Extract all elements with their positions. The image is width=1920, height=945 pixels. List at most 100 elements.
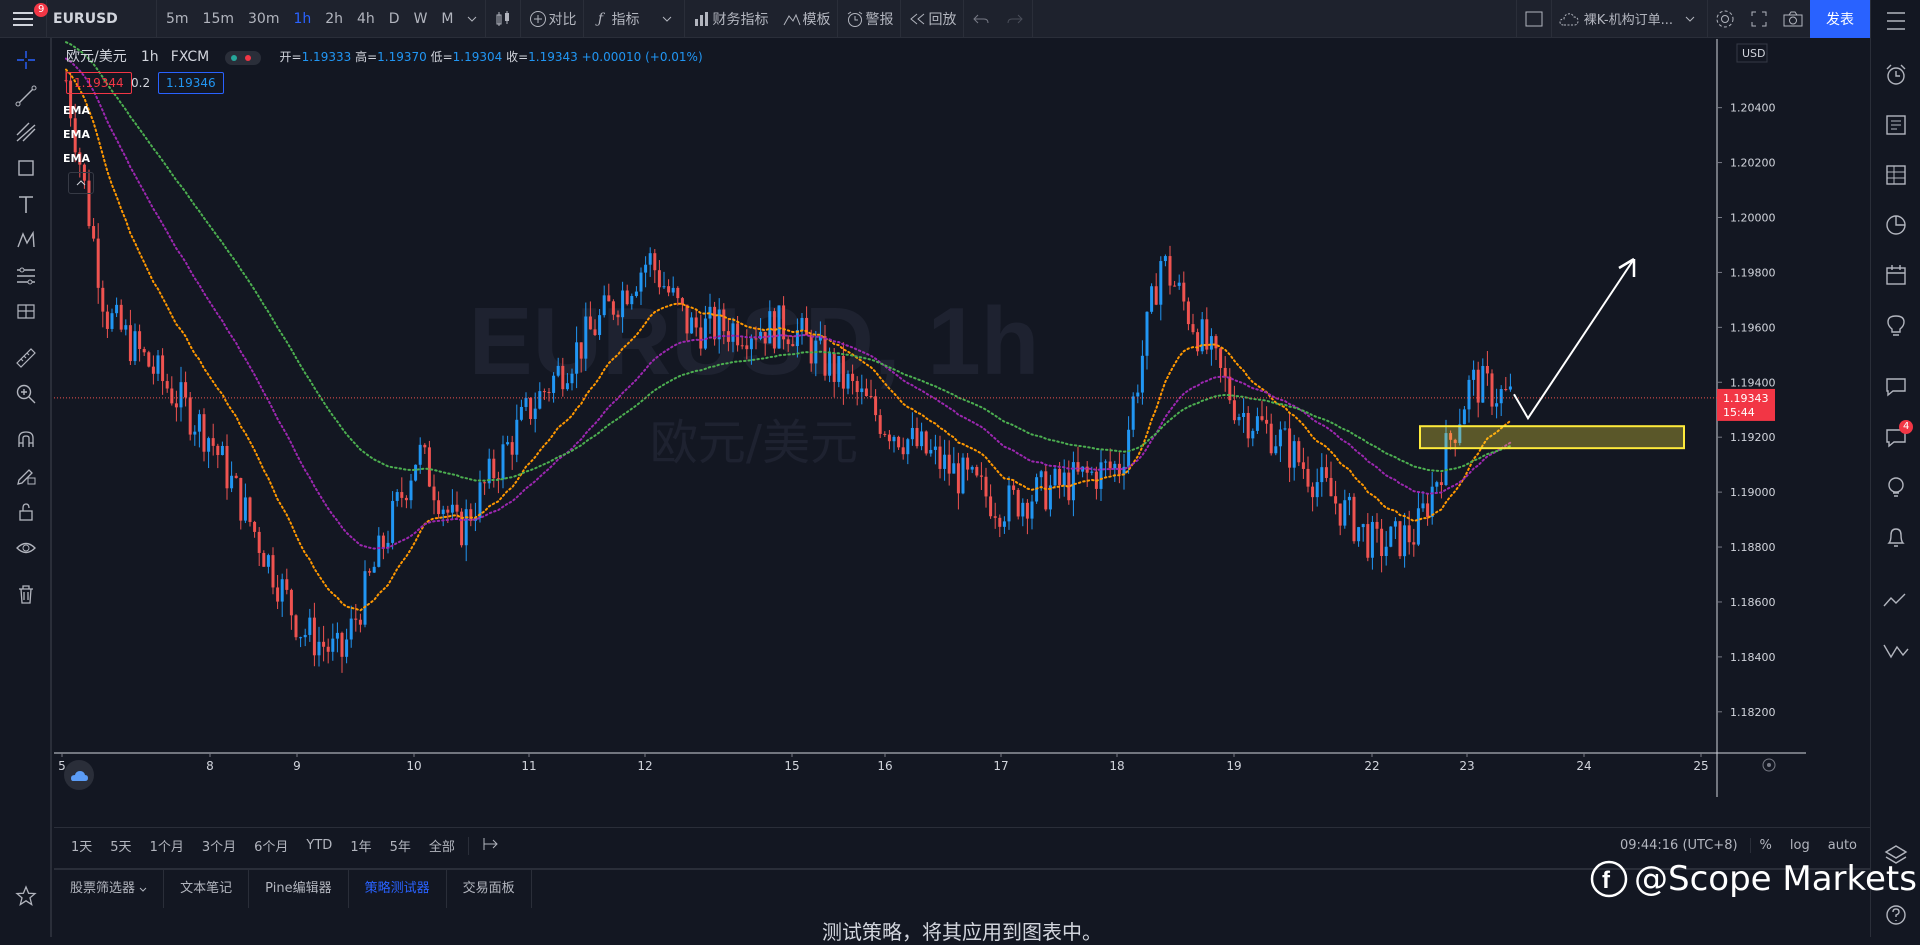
tf-5m[interactable]: 5m bbox=[159, 11, 196, 27]
lock-tool[interactable] bbox=[12, 498, 40, 526]
redo-button[interactable] bbox=[998, 0, 1033, 38]
prediction-tool[interactable] bbox=[12, 262, 40, 290]
chats-button[interactable] bbox=[1881, 372, 1911, 402]
range-1m[interactable]: 1个月 bbox=[141, 836, 193, 855]
tab-text-notes[interactable]: 文本笔记 bbox=[164, 870, 250, 908]
calendar-button[interactable] bbox=[1881, 260, 1911, 290]
tf-15m[interactable]: 15m bbox=[196, 11, 241, 27]
help-hub-button[interactable] bbox=[1881, 472, 1911, 502]
fib-tool[interactable] bbox=[12, 118, 40, 146]
chart-type-button[interactable] bbox=[484, 0, 520, 38]
market-status-toggle[interactable] bbox=[225, 50, 262, 65]
range-5d[interactable]: 5天 bbox=[101, 836, 140, 855]
remove-tool[interactable] bbox=[12, 580, 40, 608]
range-3m[interactable]: 3个月 bbox=[193, 836, 245, 855]
buy-price-box[interactable]: 1.19346 bbox=[158, 72, 224, 94]
layout-name-button[interactable]: 裸K-机构订单... bbox=[1550, 0, 1707, 38]
settings-button[interactable] bbox=[1707, 0, 1742, 38]
object-tree-button[interactable] bbox=[1881, 636, 1911, 666]
hotlist-button[interactable] bbox=[1881, 210, 1911, 240]
tab-trading-panel[interactable]: 交易面板 bbox=[447, 870, 532, 908]
alerts-widget-button[interactable] bbox=[1881, 60, 1911, 90]
percent-toggle[interactable]: % bbox=[1751, 838, 1781, 853]
range-5y[interactable]: 5年 bbox=[381, 836, 420, 855]
tab-pine-editor[interactable]: Pine编辑器 bbox=[249, 870, 349, 908]
candle-body bbox=[1357, 527, 1361, 542]
measure-tool[interactable] bbox=[12, 344, 40, 372]
candle-body bbox=[1177, 282, 1181, 286]
templates-button[interactable]: 模板 bbox=[775, 0, 837, 38]
chevron-down-icon[interactable] bbox=[1679, 8, 1701, 30]
snapshot-button[interactable] bbox=[1776, 0, 1810, 38]
chart-pane[interactable]: EURUSD, 1h 欧元/美元 1.20400 1.20200 1.20000 1.19… bbox=[54, 39, 1806, 797]
chevron-down-icon bbox=[139, 887, 147, 892]
chevron-down-icon[interactable] bbox=[656, 8, 678, 30]
financials-button[interactable]: 财务指标 bbox=[683, 0, 775, 38]
tf-1h[interactable]: 1h bbox=[286, 11, 318, 27]
symbol-name[interactable]: 欧元/美元 bbox=[66, 49, 127, 65]
collapse-legend-button[interactable] bbox=[68, 172, 94, 194]
auto-toggle[interactable]: auto bbox=[1819, 838, 1866, 853]
fullscreen-button[interactable] bbox=[1742, 0, 1776, 38]
alert-button[interactable]: 警报 bbox=[836, 0, 900, 38]
notifications-button[interactable] bbox=[1881, 522, 1911, 552]
low-label: 低= bbox=[430, 50, 453, 64]
candle-body bbox=[1301, 462, 1305, 469]
tab-screener[interactable]: 股票筛选器 bbox=[54, 870, 165, 908]
tf-d[interactable]: D bbox=[382, 11, 407, 27]
candle-body bbox=[1053, 468, 1057, 486]
pattern-tool[interactable] bbox=[12, 154, 40, 182]
logo-button[interactable] bbox=[64, 760, 94, 790]
ema-indicator-3[interactable]: EMA bbox=[63, 152, 90, 165]
ideas-button[interactable] bbox=[1881, 310, 1911, 340]
text-tool[interactable] bbox=[12, 190, 40, 218]
help-button[interactable] bbox=[1881, 900, 1911, 930]
ema-indicator-2[interactable]: EMA bbox=[63, 128, 90, 141]
candle-body bbox=[432, 486, 436, 501]
log-toggle[interactable]: log bbox=[1781, 838, 1819, 853]
trendline-tool[interactable] bbox=[12, 82, 40, 110]
tf-2h[interactable]: 2h bbox=[318, 11, 350, 27]
indicators-button[interactable]: ƒ 指标 bbox=[582, 0, 684, 38]
sell-price-box[interactable]: 1.19344 bbox=[66, 72, 132, 94]
chevron-down-icon[interactable] bbox=[461, 8, 483, 30]
range-all[interactable]: 全部 bbox=[420, 836, 464, 855]
price-chart[interactable]: EURUSD, 1h欧元/美元1.204001.202001.200001.19… bbox=[54, 39, 1806, 797]
data-window-button[interactable] bbox=[1881, 160, 1911, 190]
dom-button[interactable] bbox=[1881, 586, 1911, 616]
news-widget-button[interactable] bbox=[1881, 110, 1911, 140]
tf-4h[interactable]: 4h bbox=[350, 11, 382, 27]
stay-drawing-tool[interactable] bbox=[12, 462, 40, 490]
range-6m[interactable]: 6个月 bbox=[245, 836, 297, 855]
range-1y[interactable]: 1年 bbox=[341, 836, 380, 855]
crosshair-tool[interactable] bbox=[12, 46, 40, 74]
compare-button[interactable]: 对比 bbox=[519, 0, 583, 38]
undo-button[interactable] bbox=[962, 0, 998, 38]
tf-m[interactable]: M bbox=[434, 11, 460, 27]
publish-button[interactable]: 发表 bbox=[1810, 0, 1870, 38]
range-1d[interactable]: 1天 bbox=[62, 836, 101, 855]
replay-button[interactable]: 回放 bbox=[899, 0, 963, 38]
streams-button[interactable]: 4 bbox=[1881, 420, 1914, 452]
clock-time[interactable]: 09:44:16 (UTC+8) bbox=[1611, 838, 1751, 853]
zoom-tool[interactable] bbox=[12, 380, 40, 408]
candle-body bbox=[1021, 502, 1025, 517]
tf-w[interactable]: W bbox=[407, 11, 435, 27]
goto-date-button[interactable] bbox=[467, 836, 510, 855]
ema-indicator-1[interactable]: EMA bbox=[63, 104, 90, 117]
hide-tool[interactable] bbox=[12, 534, 40, 562]
candle-body bbox=[119, 304, 123, 330]
main-menu-button[interactable]: 9 bbox=[0, 0, 49, 38]
watchlist-button[interactable] bbox=[1881, 6, 1911, 36]
favorites-tool[interactable] bbox=[12, 882, 40, 910]
tf-30m[interactable]: 30m bbox=[241, 11, 286, 27]
icon-tool[interactable] bbox=[12, 298, 40, 326]
xabcd-tool[interactable] bbox=[12, 226, 40, 254]
symbol-search[interactable]: EURUSD bbox=[46, 0, 156, 38]
range-ytd[interactable]: YTD bbox=[297, 838, 341, 853]
candle-body bbox=[864, 388, 868, 397]
layout-select-button[interactable] bbox=[1515, 0, 1551, 38]
magnet-tool[interactable] bbox=[12, 426, 40, 454]
tab-strategy-tester[interactable]: 策略测试器 bbox=[349, 870, 447, 908]
candle-body bbox=[731, 323, 735, 342]
